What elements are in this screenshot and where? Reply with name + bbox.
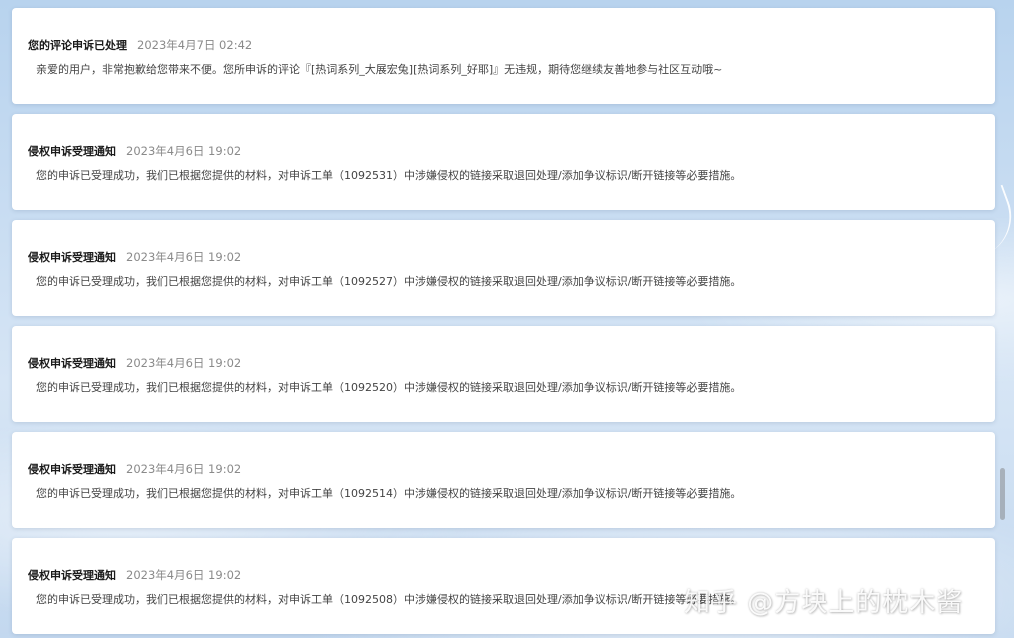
notification-card[interactable]: 您的评论申诉已处理 2023年4月7日 02:42 亲爱的用户，非常抱歉给您带来… <box>12 8 995 104</box>
notification-body: 您的申诉已受理成功，我们已根据您提供的材料，对申诉工单（1092527）中涉嫌侵… <box>36 275 742 288</box>
notification-time: 2023年4月6日 19:02 <box>126 356 242 370</box>
notification-time: 2023年4月6日 19:02 <box>126 144 242 158</box>
notification-title: 您的评论申诉已处理 <box>28 39 127 52</box>
notification-card[interactable]: 侵权申诉受理通知 2023年4月6日 19:02 您的申诉已受理成功，我们已根据… <box>12 326 995 422</box>
notification-title: 侵权申诉受理通知 <box>28 569 116 582</box>
notification-header: 侵权申诉受理通知 2023年4月6日 19:02 <box>28 461 241 477</box>
notification-body: 您的申诉已受理成功，我们已根据您提供的材料，对申诉工单（1092514）中涉嫌侵… <box>36 487 742 500</box>
notification-card[interactable]: 侵权申诉受理通知 2023年4月6日 19:02 您的申诉已受理成功，我们已根据… <box>12 432 995 528</box>
notification-header: 侵权申诉受理通知 2023年4月6日 19:02 <box>28 355 241 371</box>
notification-body: 您的申诉已受理成功，我们已根据您提供的材料，对申诉工单（1092531）中涉嫌侵… <box>36 169 742 182</box>
notification-body: 您的申诉已受理成功，我们已根据您提供的材料，对申诉工单（1092520）中涉嫌侵… <box>36 381 742 394</box>
notification-title: 侵权申诉受理通知 <box>28 463 116 476</box>
notification-title: 侵权申诉受理通知 <box>28 145 116 158</box>
notification-card[interactable]: 侵权申诉受理通知 2023年4月6日 19:02 您的申诉已受理成功，我们已根据… <box>12 114 995 210</box>
scrollbar-thumb[interactable] <box>1000 468 1005 520</box>
notification-header: 侵权申诉受理通知 2023年4月6日 19:02 <box>28 567 241 583</box>
scrollbar[interactable] <box>994 0 1014 638</box>
notification-time: 2023年4月6日 19:02 <box>126 250 242 264</box>
notification-header: 侵权申诉受理通知 2023年4月6日 19:02 <box>28 143 241 159</box>
notification-title: 侵权申诉受理通知 <box>28 251 116 264</box>
notification-card[interactable]: 侵权申诉受理通知 2023年4月6日 19:02 您的申诉已受理成功，我们已根据… <box>12 220 995 316</box>
notification-body: 亲爱的用户，非常抱歉给您带来不便。您所申诉的评论『[热词系列_大展宏兔][热词系… <box>36 63 723 76</box>
notification-header: 侵权申诉受理通知 2023年4月6日 19:02 <box>28 249 241 265</box>
notification-body: 您的申诉已受理成功，我们已根据您提供的材料，对申诉工单（1092508）中涉嫌侵… <box>36 593 742 606</box>
notification-title: 侵权申诉受理通知 <box>28 357 116 370</box>
notification-time: 2023年4月7日 02:42 <box>137 38 253 52</box>
watermark: 知乎 @方块上的枕木酱 <box>684 588 964 618</box>
notification-header: 您的评论申诉已处理 2023年4月7日 02:42 <box>28 37 252 53</box>
notification-time: 2023年4月6日 19:02 <box>126 568 242 582</box>
notification-time: 2023年4月6日 19:02 <box>126 462 242 476</box>
